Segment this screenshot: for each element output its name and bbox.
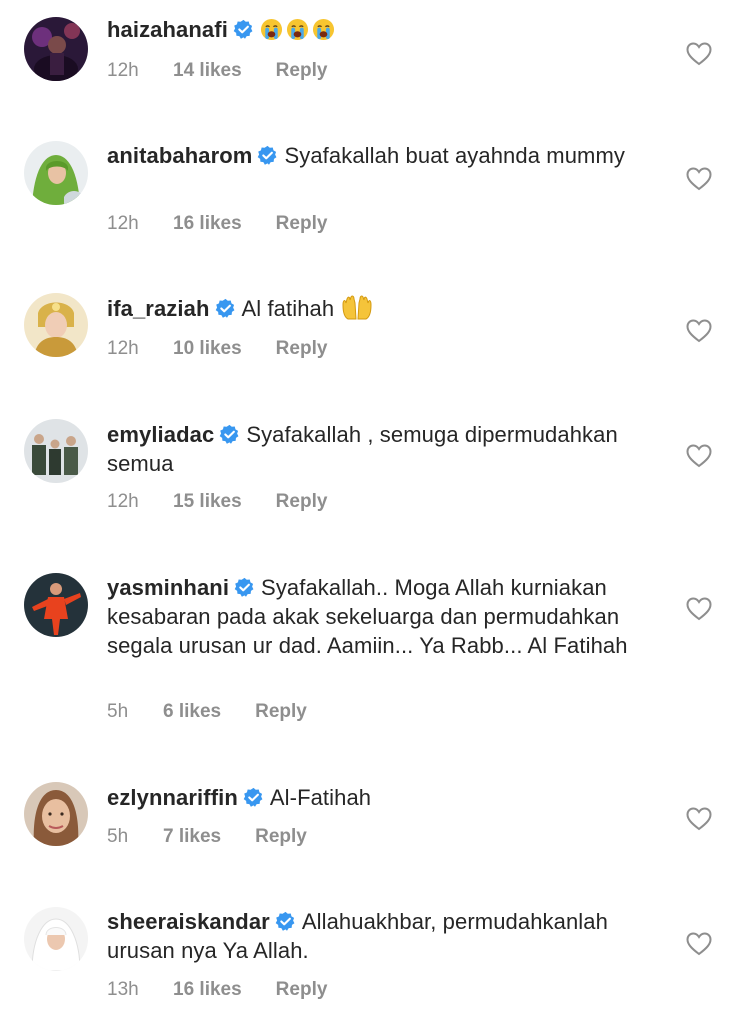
like-heart-icon[interactable] (686, 42, 712, 66)
reply-button[interactable]: Reply (255, 826, 307, 848)
avatar[interactable] (24, 782, 88, 846)
username[interactable]: emyliadac (107, 422, 214, 447)
palms-up-together-icon (340, 295, 374, 321)
verified-badge-icon (243, 787, 264, 808)
verified-badge-icon (257, 145, 278, 166)
username[interactable]: ezlynnariffin (107, 785, 238, 810)
avatar[interactable] (24, 141, 88, 205)
username[interactable]: anitabaharom (107, 143, 252, 168)
username[interactable]: sheeraiskandar (107, 909, 270, 934)
username[interactable]: ifa_raziah (107, 296, 210, 321)
like-heart-icon[interactable] (686, 597, 712, 621)
comment-text: anitabaharom Syafakallah buat ayahnda mum… (107, 141, 652, 170)
comment-body: Al-Fatihah (269, 785, 372, 810)
loudly-crying-face-icon (312, 18, 335, 41)
comment-text: haizahanafi (107, 15, 652, 44)
comment-text: emyliadac Syafakallah , semuga dipermudah… (107, 420, 652, 478)
comment-time: 12h (107, 491, 139, 512)
like-count[interactable]: 16 likes (173, 213, 242, 235)
like-heart-icon[interactable] (686, 319, 712, 343)
comment-meta: 5h 6 likes Reply (107, 701, 307, 723)
comment-text: yasminhani Syafakallah.. Moga Allah kurni… (107, 573, 652, 660)
comment-meta: 12h 16 likes Reply (107, 213, 327, 235)
comment-meta: 12h 14 likes Reply (107, 60, 327, 82)
comment-meta: 5h 7 likes Reply (107, 826, 307, 848)
like-heart-icon[interactable] (686, 932, 712, 956)
like-heart-icon[interactable] (686, 444, 712, 468)
loudly-crying-face-icon (260, 18, 283, 41)
comment-body: Syafakallah buat ayahnda mummy (284, 143, 625, 168)
avatar[interactable] (24, 293, 88, 357)
reply-button[interactable]: Reply (255, 701, 307, 723)
verified-badge-icon (219, 424, 240, 445)
like-count[interactable]: 16 likes (173, 979, 242, 1001)
comment-text: ifa_raziah Al fatihah (107, 294, 652, 323)
comment-time: 5h (107, 701, 129, 722)
avatar[interactable] (24, 907, 88, 971)
verified-badge-icon (234, 577, 255, 598)
comment-text: ezlynnariffin Al-Fatihah (107, 783, 652, 812)
like-count[interactable]: 6 likes (163, 701, 221, 723)
verified-badge-icon (233, 19, 254, 40)
comment-time: 12h (107, 60, 139, 81)
loudly-crying-face-icon (286, 18, 309, 41)
comment-meta: 13h 16 likes Reply (107, 979, 327, 1001)
avatar[interactable] (24, 419, 88, 483)
avatar[interactable] (24, 573, 88, 637)
comment-time: 5h (107, 826, 129, 847)
comment-text: sheeraiskandar Allahuakhbar, permudahkanl… (107, 907, 652, 965)
verified-badge-icon (215, 298, 236, 319)
comment-meta: 12h 10 likes Reply (107, 338, 327, 360)
reply-button[interactable]: Reply (276, 979, 328, 1001)
username[interactable]: haizahanafi (107, 17, 228, 42)
comment-time: 12h (107, 213, 139, 234)
like-count[interactable]: 10 likes (173, 338, 242, 360)
reply-button[interactable]: Reply (276, 338, 328, 360)
username[interactable]: yasminhani (107, 575, 229, 600)
like-count[interactable]: 15 likes (173, 491, 242, 513)
reply-button[interactable]: Reply (276, 491, 328, 513)
like-heart-icon[interactable] (686, 807, 712, 831)
avatar[interactable] (24, 17, 88, 81)
comment-time: 12h (107, 338, 139, 359)
comment-time: 13h (107, 979, 139, 1000)
comment-meta: 12h 15 likes Reply (107, 491, 327, 513)
verified-badge-icon (275, 911, 296, 932)
reply-button[interactable]: Reply (276, 60, 328, 82)
like-count[interactable]: 14 likes (173, 60, 242, 82)
like-heart-icon[interactable] (686, 167, 712, 191)
reply-button[interactable]: Reply (276, 213, 328, 235)
like-count[interactable]: 7 likes (163, 826, 221, 848)
comment-body: Al fatihah (241, 296, 335, 321)
